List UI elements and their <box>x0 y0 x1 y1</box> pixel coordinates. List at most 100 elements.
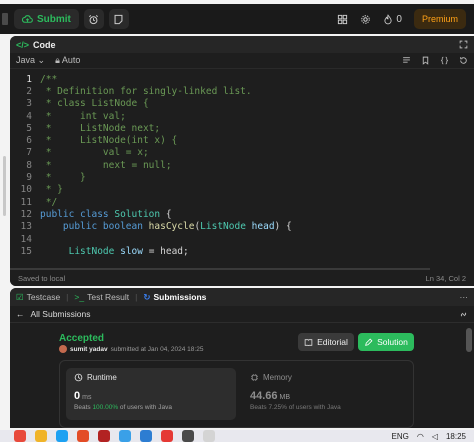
language-indicator[interactable]: ENG <box>391 432 408 441</box>
taskbar-app-icon[interactable] <box>56 430 68 442</box>
code-line[interactable]: 6 * ListNode(int x) { <box>10 134 474 146</box>
taskbar-app-icon[interactable] <box>140 430 152 442</box>
alarm-clock-icon <box>89 14 99 24</box>
code-line[interactable]: 4 * int val; <box>10 110 474 122</box>
bookmark-icon[interactable] <box>421 56 430 65</box>
memory-title: Memory <box>263 373 292 382</box>
braces-icon[interactable] <box>440 56 449 65</box>
taskbar-app-icon[interactable] <box>35 430 47 442</box>
code-line[interactable]: 5 * ListNode next; <box>10 122 474 134</box>
left-scrollbar[interactable] <box>3 156 6 216</box>
submit-button[interactable]: Submit <box>14 9 79 29</box>
code-line[interactable]: 12 public class Solution { <box>10 208 474 220</box>
result-panel: ☑ Testcase | >_ Test Result | ↻ Submissi… <box>10 288 474 428</box>
taskbar-app-icon[interactable] <box>161 430 173 442</box>
code-line[interactable]: 3 * class ListNode { <box>10 98 474 110</box>
code-line[interactable]: 15 ListNode slow = head; <box>10 245 474 257</box>
notes-button[interactable] <box>108 9 129 29</box>
tab-test-result[interactable]: >_ Test Result <box>74 292 129 302</box>
code-line[interactable]: 11 */ <box>10 196 474 208</box>
flame-icon <box>384 13 392 24</box>
line-number: 2 <box>26 85 32 97</box>
line-number: 7 <box>26 147 32 159</box>
terminal-icon: >_ <box>74 292 85 302</box>
cursor-position: Ln 34, Col 2 <box>425 273 466 283</box>
gear-icon[interactable] <box>360 14 371 25</box>
tab-testcase[interactable]: ☑ Testcase <box>16 292 60 303</box>
clock-time[interactable]: 18:25 <box>446 432 466 441</box>
code-editor[interactable]: 1/** 2 * Definition for singly-linked lis… <box>10 72 474 272</box>
code-line[interactable]: 13 public boolean hasCycle(ListNode head… <box>10 221 474 233</box>
editorial-button[interactable]: Editorial <box>298 333 354 351</box>
code-line[interactable]: 2 * Definition for singly-linked list. <box>10 85 474 97</box>
auto-mode[interactable]: 🔒︎ Auto <box>55 55 80 66</box>
language-select[interactable]: Java ⌄ <box>16 55 45 66</box>
code-text: public boolean hasCycle(ListNode head) { <box>40 221 292 233</box>
line-number: 8 <box>26 159 32 171</box>
line-number: 10 <box>20 184 32 196</box>
solution-button[interactable]: Solution <box>358 333 414 351</box>
memory-value: 44.66 <box>250 390 278 402</box>
app-window: Submit 0 Premium </> Code Java ⌄ 🔒︎ Auto… <box>0 0 474 442</box>
tab-submissions[interactable]: ↻ Submissions <box>143 292 206 303</box>
result-scrollbar[interactable] <box>466 328 472 352</box>
username[interactable]: sumit yadav <box>70 346 108 353</box>
maximize-icon[interactable] <box>459 40 468 49</box>
submission-status: Accepted <box>59 333 105 344</box>
checkbox-icon: ☑ <box>16 291 24 302</box>
left-strip <box>0 36 10 428</box>
more-options-icon[interactable]: ··· <box>460 292 469 302</box>
line-number: 6 <box>26 135 32 147</box>
os-taskbar: ENG ◠ ◁ 18:25 <box>0 430 474 442</box>
code-text: * ListNode next; <box>40 122 161 134</box>
taskbar-app-icon[interactable] <box>98 430 110 442</box>
note-icon <box>114 14 123 24</box>
code-text: * class ListNode { <box>40 98 149 110</box>
runtime-card[interactable]: Runtime 0 ms Beats 100.00% of users with … <box>66 368 236 420</box>
all-submissions-link[interactable]: All Submissions <box>31 309 91 319</box>
all-submissions-bar: ← All Submissions <box>10 306 474 323</box>
wifi-icon[interactable]: ◠ <box>417 432 424 441</box>
submitted-time: submitted at Jan 04, 2024 18:25 <box>110 345 204 353</box>
result-tabs: ☑ Testcase | >_ Test Result | ↻ Submissi… <box>10 288 474 306</box>
taskbar-app-icon[interactable] <box>77 430 89 442</box>
editor-status-bar: Saved to local Ln 34, Col 2 <box>10 270 474 286</box>
code-text: * val = x; <box>40 147 149 159</box>
line-number: 3 <box>26 98 32 110</box>
runtime-unit: ms <box>82 394 92 401</box>
taskbar-app-icon[interactable] <box>14 430 26 442</box>
panel-toggle-icon[interactable] <box>2 13 8 25</box>
taskbar-app-icon[interactable] <box>182 430 194 442</box>
line-number: 1 <box>26 73 32 85</box>
code-text: */ <box>40 196 58 208</box>
taskbar-app-icon[interactable] <box>203 430 215 442</box>
code-line[interactable]: 9 * } <box>10 171 474 183</box>
premium-button[interactable]: Premium <box>413 9 466 29</box>
system-tray: ENG ◠ ◁ 18:25 <box>391 432 474 441</box>
streak-counter[interactable]: 0 <box>383 14 402 25</box>
back-arrow-icon[interactable]: ← <box>16 309 25 319</box>
code-line[interactable]: 10 * } <box>10 184 474 196</box>
code-line[interactable]: 1 /** <box>10 73 474 85</box>
code-text: public class Solution { <box>40 208 172 220</box>
taskbar-app-icon[interactable] <box>119 430 131 442</box>
avatar <box>59 345 67 353</box>
line-number: 12 <box>20 208 32 220</box>
format-icon[interactable] <box>402 56 411 65</box>
speaker-icon[interactable]: ◁ <box>432 432 438 441</box>
reset-icon[interactable] <box>459 56 468 65</box>
memory-card[interactable]: Memory 44.66 MB Beats 7.25% of users with… <box>244 368 409 420</box>
history-icon: ↻ <box>143 291 151 302</box>
code-text: * ListNode(int x) { <box>40 135 178 147</box>
line-number: 14 <box>20 233 32 245</box>
code-line[interactable]: 8 * next = null; <box>10 159 474 171</box>
code-line[interactable]: 7 * val = x; <box>10 147 474 159</box>
line-number: 9 <box>26 172 32 184</box>
code-panel-title: Code <box>33 39 56 50</box>
code-text: * Definition for singly-linked list. <box>40 85 252 97</box>
link-icon[interactable] <box>459 310 468 319</box>
line-number: 5 <box>26 122 32 134</box>
alarm-button[interactable] <box>83 9 104 29</box>
code-line[interactable]: 14 <box>10 233 474 245</box>
layout-grid-icon[interactable] <box>337 14 348 25</box>
